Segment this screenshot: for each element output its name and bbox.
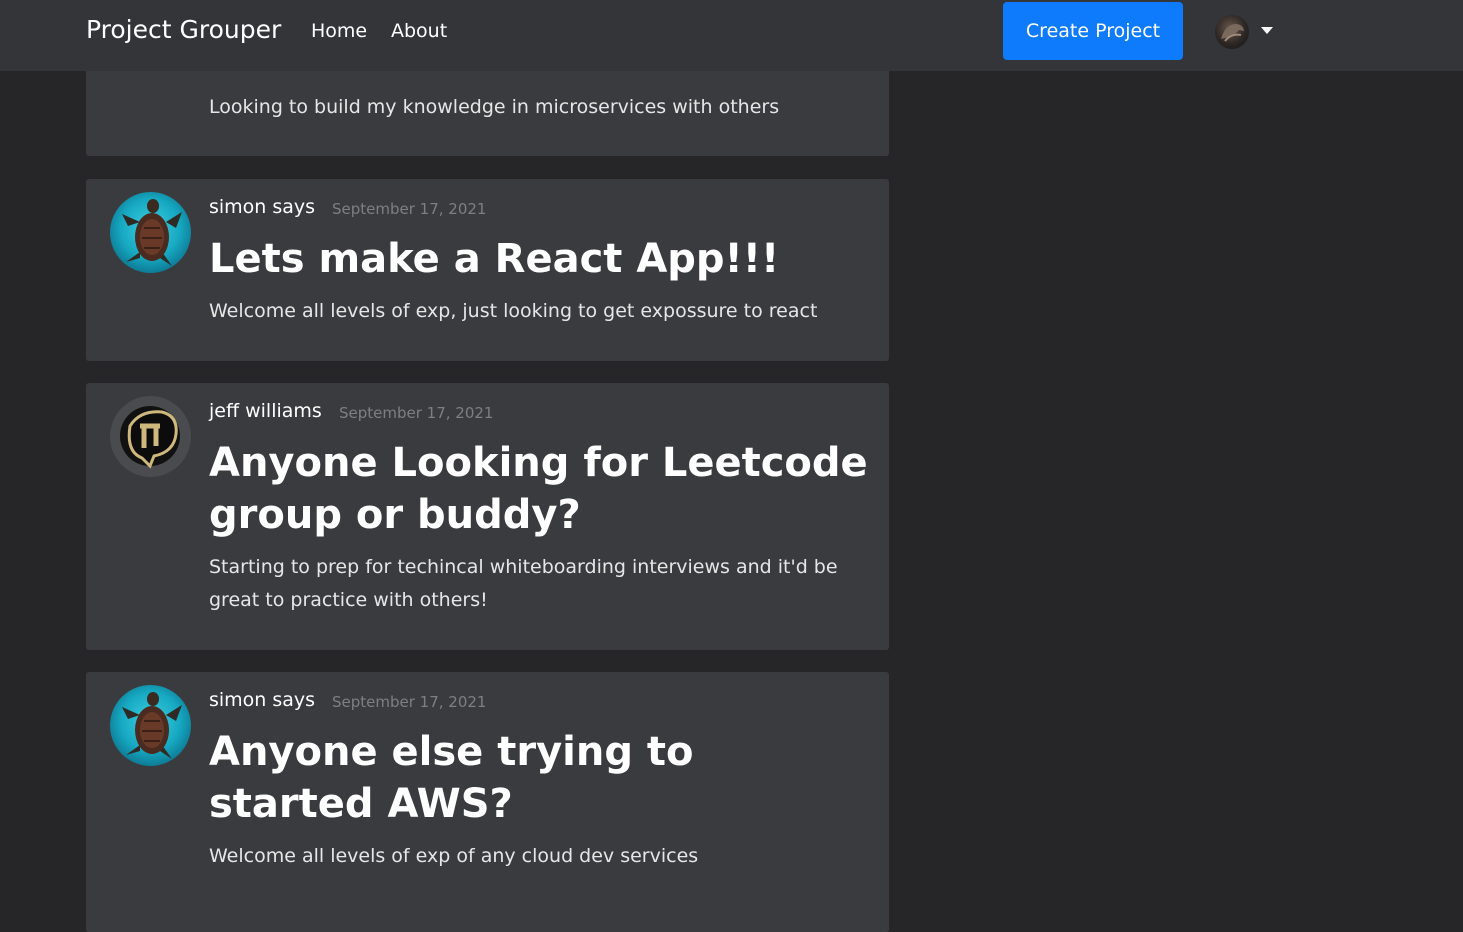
brand-link[interactable]: Project Grouper xyxy=(86,15,281,44)
nav-home-link[interactable]: Home xyxy=(311,20,367,42)
nav-about-link[interactable]: About xyxy=(391,20,447,42)
post-title[interactable]: Lets make a React App!!! xyxy=(209,233,869,285)
post-author: simon says xyxy=(209,196,316,218)
create-project-button[interactable]: Create Project xyxy=(1003,2,1183,60)
post-title[interactable]: Anyone Looking for Leetcode group or bud… xyxy=(209,437,869,541)
chevron-down-icon[interactable] xyxy=(1261,27,1273,34)
user-menu-dropdown[interactable] xyxy=(1215,15,1279,49)
turtle-avatar[interactable] xyxy=(110,685,191,766)
post-description: Looking to build my knowledge in microse… xyxy=(209,96,780,118)
cu-buffs-logo-avatar[interactable] xyxy=(110,396,191,477)
user-avatar[interactable] xyxy=(1215,15,1249,49)
post-date: September 17, 2021 xyxy=(332,693,487,711)
post-author: jeff williams xyxy=(209,400,322,422)
post-card[interactable]: jeff williams September 17, 2021 Anyone … xyxy=(86,383,889,650)
post-card[interactable]: simon says September 17, 2021 Lets make … xyxy=(86,179,889,361)
post-description: Welcome all levels of exp of any cloud d… xyxy=(209,845,699,867)
post-description: Welcome all levels of exp, just looking … xyxy=(209,300,818,322)
top-navbar: Project Grouper Home About Create Projec… xyxy=(0,0,1463,71)
post-description: Starting to prep for techincal whiteboar… xyxy=(209,556,838,611)
post-date: September 17, 2021 xyxy=(339,404,494,422)
post-card[interactable]: simon says September 17, 2021 Anyone els… xyxy=(86,672,889,932)
post-author: simon says xyxy=(209,689,316,711)
turtle-avatar[interactable] xyxy=(110,192,191,273)
post-title[interactable]: Anyone else trying to started AWS? xyxy=(209,726,869,830)
post-date: September 17, 2021 xyxy=(332,200,487,218)
